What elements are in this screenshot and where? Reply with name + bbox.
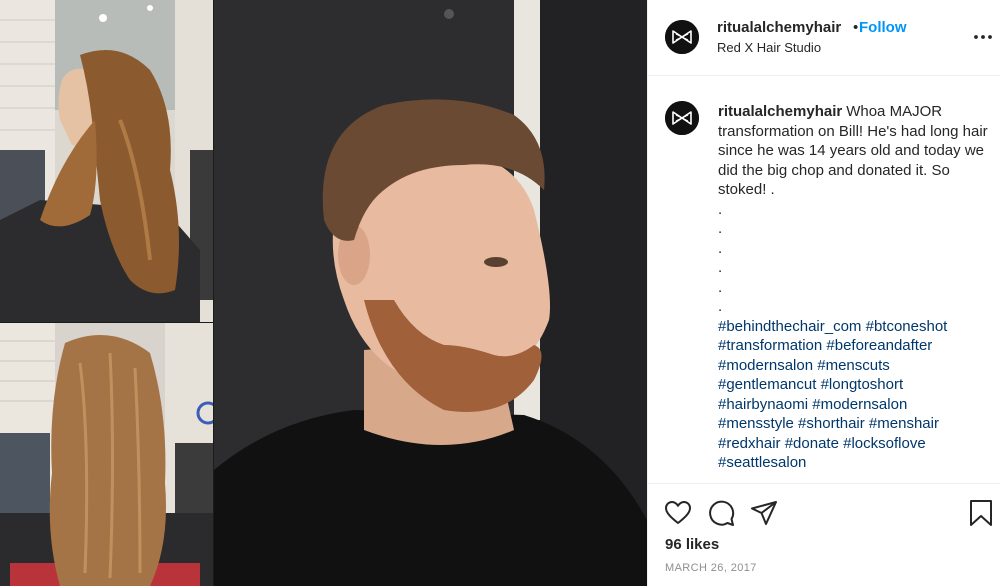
hashtag-link[interactable]: #redxhair bbox=[718, 435, 781, 452]
follow-button[interactable]: Follow bbox=[859, 19, 907, 36]
post-caption: ritualalchemyhair Whoa MAJOR transformati… bbox=[718, 102, 988, 473]
location-link[interactable]: Red X Hair Studio bbox=[717, 40, 821, 55]
hashtag-link[interactable]: #menshair bbox=[869, 415, 939, 432]
post-sidebar: ritualalchemyhair • Follow Red X Hair St… bbox=[647, 0, 1000, 586]
like-button[interactable] bbox=[663, 498, 693, 528]
caption-dot: . bbox=[718, 259, 723, 276]
more-options-icon bbox=[974, 35, 992, 39]
before-side-photo bbox=[0, 0, 213, 322]
heart-icon bbox=[665, 501, 691, 524]
likes-count[interactable]: 96 likes bbox=[665, 536, 719, 553]
hashtag-link[interactable]: #locksoflove bbox=[843, 435, 926, 452]
bookmark-icon bbox=[970, 500, 992, 526]
hashtag-link[interactable]: #modernsalon bbox=[718, 357, 813, 374]
hashtag-link[interactable]: #behindthechair_com bbox=[718, 318, 861, 335]
before-back-photo bbox=[0, 323, 213, 586]
hashtag-list: #behindthechair_com #btconeshot #transfo… bbox=[718, 317, 988, 473]
paper-plane-icon bbox=[751, 501, 777, 525]
more-options-button[interactable] bbox=[972, 26, 994, 48]
username-link[interactable]: ritualalchemyhair bbox=[717, 19, 841, 36]
caption-dot: . bbox=[718, 278, 723, 296]
hashtag-link[interactable]: #shorthair bbox=[798, 415, 865, 432]
profile-avatar[interactable] bbox=[665, 20, 699, 54]
caption-dot: . bbox=[718, 220, 723, 237]
hashtag-link[interactable]: #longtoshort bbox=[821, 376, 904, 393]
hashtag-link[interactable]: #btconeshot bbox=[866, 318, 948, 335]
caption-dot: . bbox=[718, 298, 723, 315]
caption-avatar[interactable] bbox=[665, 101, 699, 135]
bowtie-logo-icon bbox=[665, 101, 699, 135]
caption-dot: . bbox=[718, 200, 723, 218]
comment-bubble-icon bbox=[709, 500, 735, 526]
caption-dot: . bbox=[718, 239, 723, 257]
post-media[interactable] bbox=[0, 0, 647, 586]
hashtag-link[interactable]: #gentlemancut bbox=[718, 376, 816, 393]
after-haircut-photo bbox=[214, 0, 647, 586]
hashtag-link[interactable]: #transformation bbox=[718, 337, 822, 354]
caption-area: ritualalchemyhair Whoa MAJOR transformati… bbox=[648, 77, 1000, 482]
hashtag-link[interactable]: #beforeandafter bbox=[826, 337, 932, 354]
post-actions: 96 likes MARCH 26, 2017 bbox=[648, 483, 1000, 586]
hashtag-link[interactable]: #donate bbox=[785, 435, 839, 452]
hashtag-link[interactable]: #modernsalon bbox=[812, 396, 907, 413]
post-header: ritualalchemyhair • Follow Red X Hair St… bbox=[648, 0, 1000, 76]
post-date: MARCH 26, 2017 bbox=[665, 562, 757, 574]
share-button[interactable] bbox=[749, 498, 779, 528]
save-button[interactable] bbox=[966, 498, 996, 528]
bowtie-logo-icon bbox=[665, 20, 699, 54]
hashtag-link[interactable]: #menscuts bbox=[817, 357, 890, 374]
hashtag-link[interactable]: #seattlesalon bbox=[718, 454, 806, 471]
caption-username-link[interactable]: ritualalchemyhair bbox=[718, 103, 842, 120]
hashtag-link[interactable]: #mensstyle bbox=[718, 415, 794, 432]
separator-dot: • bbox=[853, 19, 859, 36]
hashtag-link[interactable]: #hairbynaomi bbox=[718, 396, 808, 413]
comment-button[interactable] bbox=[706, 498, 736, 528]
